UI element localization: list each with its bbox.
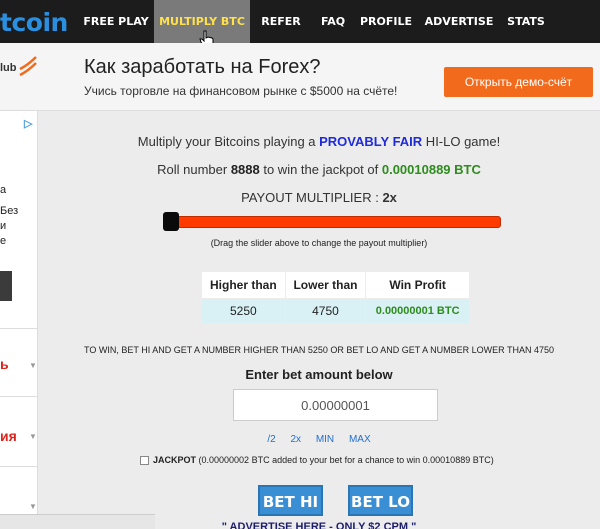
intro-suffix: HI-LO game! — [422, 134, 501, 149]
left-divider — [0, 328, 38, 329]
slider-hint: (Drag the slider above to change the pay… — [210, 238, 428, 248]
nav-refer[interactable]: REFER — [250, 0, 312, 43]
payout-label: PAYOUT MULTIPLIER : — [241, 190, 383, 205]
left-text-line: и — [0, 220, 7, 232]
provably-fair-link[interactable]: PROVABLY FAIR — [319, 134, 422, 149]
ad-title: Как заработать на Forex? — [84, 56, 321, 78]
swoosh-logo-icon — [19, 56, 37, 77]
bet-hi-button[interactable]: BET HI — [258, 485, 323, 516]
bet-amount-input[interactable] — [233, 389, 438, 421]
chevron-down-icon: ▼ — [29, 432, 37, 441]
multiply-game-panel: Multiply your Bitcoins playing a PROVABL… — [38, 111, 600, 529]
horizontal-scrollbar[interactable] — [0, 514, 155, 529]
nav-stats[interactable]: STATS — [500, 0, 552, 43]
top-navbar: tcoin FREE PLAY MULTIPLY BTC REFER FAQ P… — [0, 0, 600, 48]
roll-middle: to win the jackpot of — [259, 162, 382, 177]
page-root: tcoin FREE PLAY MULTIPLY BTC REFER FAQ P… — [0, 0, 600, 529]
payout-table: Higher than Lower than Win Profit 5250 4… — [201, 271, 470, 324]
left-text-line: е — [0, 235, 7, 247]
bet-quick-links: /2 2x MIN MAX — [38, 434, 600, 445]
left-menu-item[interactable]: ь — [0, 356, 9, 372]
jackpot-option: JACKPOT (0.00000002 BTC added to your be… — [140, 455, 494, 466]
win-rule-text: TO WIN, BET HI AND GET A NUMBER HIGHER T… — [84, 345, 554, 355]
jackpot-description: (0.00000002 BTC added to your bet for a … — [196, 455, 494, 465]
payout-multiplier-label: PAYOUT MULTIPLIER : 2x — [38, 190, 600, 205]
win-profit-value: 0.00000001 BTC — [365, 298, 470, 324]
left-divider — [0, 396, 38, 397]
halve-bet-link[interactable]: /2 — [267, 434, 275, 445]
table-header-row: Higher than Lower than Win Profit — [201, 271, 470, 299]
bet-amount-heading: Enter bet amount below — [245, 367, 393, 382]
jackpot-label: JACKPOT — [153, 455, 197, 465]
higher-than-value: 5250 — [201, 298, 286, 324]
nav-profile[interactable]: PROFILE — [354, 0, 418, 43]
jackpot-info: Roll number 8888 to win the jackpot of 0… — [38, 162, 600, 177]
payout-slider-track[interactable] — [165, 216, 501, 228]
adchoices-icon[interactable]: ▷ — [24, 118, 37, 131]
max-bet-link[interactable]: MAX — [349, 434, 371, 445]
jackpot-checkbox[interactable] — [140, 456, 149, 466]
table-row: 5250 4750 0.00000001 BTC — [201, 298, 470, 324]
ad-brand-fragment: lub — [0, 62, 17, 74]
forex-banner-ad[interactable]: lub Как заработать на Forex? Учись торго… — [0, 43, 600, 111]
double-bet-link[interactable]: 2x — [290, 434, 301, 445]
left-text-line: Без — [0, 205, 19, 217]
left-text-line: а — [0, 184, 7, 196]
left-menu-item[interactable]: ия — [0, 428, 17, 444]
roll-prefix: Roll number — [157, 162, 231, 177]
lower-than-value: 4750 — [284, 298, 367, 324]
nav-free-play[interactable]: FREE PLAY — [78, 0, 154, 43]
roll-number: 8888 — [230, 162, 260, 177]
site-logo[interactable]: tcoin — [0, 8, 68, 37]
left-ad-button[interactable] — [0, 271, 12, 301]
payout-slider-handle[interactable] — [163, 212, 179, 231]
chevron-down-icon: ▼ — [29, 361, 37, 370]
col-higher-than: Higher than — [201, 271, 286, 299]
left-divider — [0, 466, 38, 467]
bet-lo-button[interactable]: BET LO — [348, 485, 413, 516]
nav-advertise[interactable]: ADVERTISE — [418, 0, 500, 43]
ad-subtitle: Учись торговле на финансовом рынке с $50… — [84, 84, 398, 98]
payout-value: 2x — [382, 190, 397, 205]
open-demo-account-button[interactable]: Открыть демо-счёт — [444, 67, 593, 97]
chevron-down-icon: ▼ — [29, 502, 37, 511]
col-lower-than: Lower than — [284, 271, 367, 299]
game-intro: Multiply your Bitcoins playing a PROVABL… — [38, 134, 600, 149]
intro-prefix: Multiply your Bitcoins playing a — [137, 134, 320, 149]
col-win-profit: Win Profit — [365, 271, 470, 299]
min-bet-link[interactable]: MIN — [316, 434, 334, 445]
jackpot-amount: 0.00010889 BTC — [381, 162, 481, 177]
nav-faq[interactable]: FAQ — [312, 0, 354, 43]
